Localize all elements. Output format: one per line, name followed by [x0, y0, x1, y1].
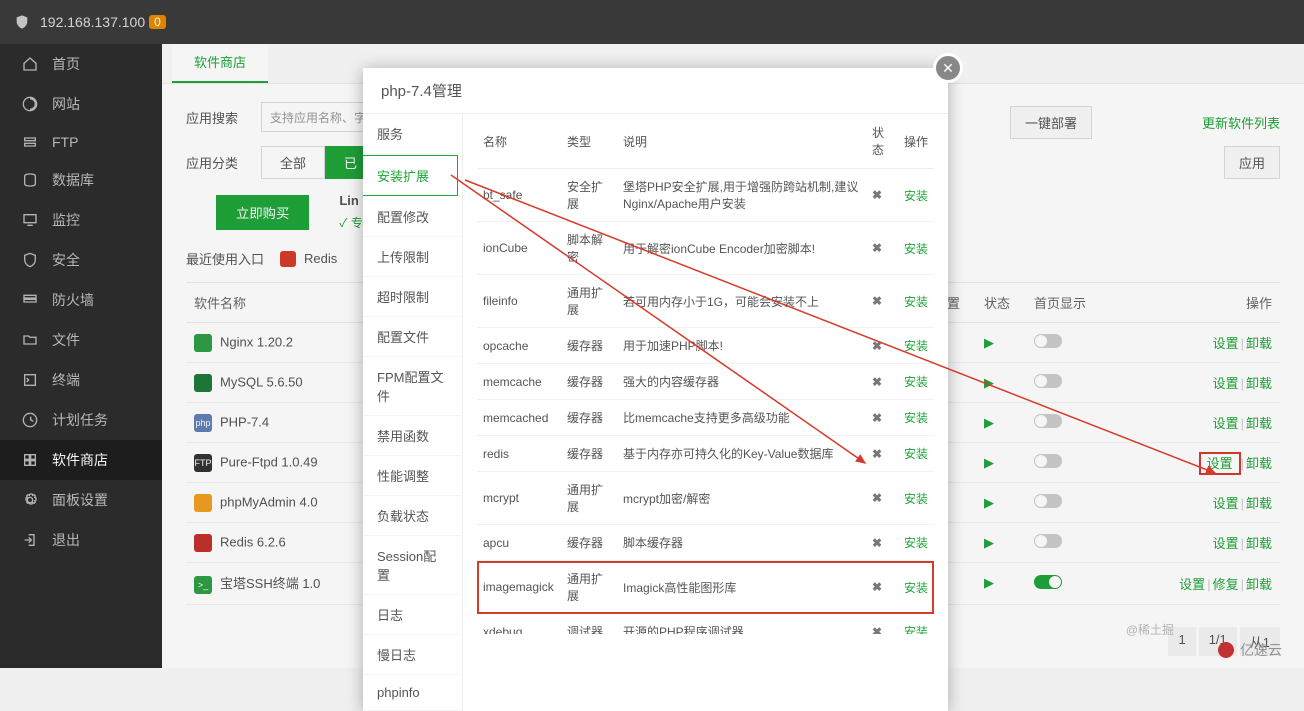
modal-nav-item[interactable]: 禁用函数: [363, 416, 462, 456]
ext-type: 通用扩展: [561, 561, 617, 614]
ext-name: redis: [477, 436, 561, 472]
ext-type: 通用扩展: [561, 275, 617, 328]
ext-type: 缓存器: [561, 328, 617, 364]
ext-desc: 脚本缓存器: [617, 525, 866, 561]
ext-name: apcu: [477, 525, 561, 561]
install-link[interactable]: 安装: [904, 295, 928, 309]
ext-row: opcache缓存器用于加速PHP脚本! ✖ 安装: [477, 328, 934, 364]
status-x-icon: ✖: [872, 375, 882, 389]
modal-nav-item[interactable]: 慢日志: [363, 635, 462, 675]
install-link[interactable]: 安装: [904, 189, 928, 203]
ext-desc: 若可用内存小于1G，可能会安装不上: [617, 275, 866, 328]
status-x-icon: ✖: [872, 294, 882, 308]
modal-nav-item[interactable]: 负载状态: [363, 496, 462, 536]
install-link[interactable]: 安装: [904, 536, 928, 550]
ext-type: 脚本解密: [561, 222, 617, 275]
install-link[interactable]: 安装: [904, 375, 928, 389]
ext-row: redis缓存器基于内存亦可持久化的Key-Value数据库 ✖ 安装: [477, 436, 934, 472]
modal-nav-item[interactable]: phpinfo: [363, 675, 462, 711]
ext-row: bt_safe安全扩展堡塔PHP安全扩展,用于增强防跨站机制,建议Nginx/A…: [477, 169, 934, 222]
ext-type: 安全扩展: [561, 169, 617, 222]
ext-desc: 比memcache支持更多高级功能: [617, 400, 866, 436]
ext-name: memcached: [477, 400, 561, 436]
ext-row: mcrypt通用扩展mcrypt加密/解密 ✖ 安装: [477, 472, 934, 525]
install-link[interactable]: 安装: [904, 447, 928, 461]
install-link[interactable]: 安装: [904, 492, 928, 506]
status-x-icon: ✖: [872, 188, 882, 202]
ext-desc: mcrypt加密/解密: [617, 472, 866, 525]
status-x-icon: ✖: [872, 447, 882, 461]
ext-desc: 堡塔PHP安全扩展,用于增强防跨站机制,建议Nginx/Apache用户安装: [617, 169, 866, 222]
install-link[interactable]: 安装: [904, 339, 928, 353]
extension-table: 名称 类型 说明 状态 操作 bt_safe安全扩展堡塔PHP安全扩展,用于增强…: [477, 114, 934, 634]
modal-nav: 服务安装扩展配置修改上传限制超时限制配置文件FPM配置文件禁用函数性能调整负载状…: [363, 114, 463, 711]
modal-nav-item[interactable]: 日志: [363, 595, 462, 635]
ext-type: 缓存器: [561, 525, 617, 561]
ext-desc: 用于解密ionCube Encoder加密脚本!: [617, 222, 866, 275]
ext-row: apcu缓存器脚本缓存器 ✖ 安装: [477, 525, 934, 561]
modal-nav-item[interactable]: 配置修改: [363, 197, 462, 237]
status-x-icon: ✖: [872, 411, 882, 425]
ext-desc: Imagick高性能图形库: [617, 561, 866, 614]
status-x-icon: ✖: [872, 241, 882, 255]
ext-desc: 开源的PHP程序调试器: [617, 614, 866, 635]
install-link[interactable]: 安装: [904, 242, 928, 256]
ext-row: xdebug调试器开源的PHP程序调试器 ✖ 安装: [477, 614, 934, 635]
php-manage-modal: ✕ php-7.4管理 服务安装扩展配置修改上传限制超时限制配置文件FPM配置文…: [363, 68, 948, 711]
ext-name: xdebug: [477, 614, 561, 635]
ext-name: bt_safe: [477, 169, 561, 222]
modal-nav-item[interactable]: 安装扩展: [363, 155, 458, 196]
status-x-icon: ✖: [872, 339, 882, 353]
status-x-icon: ✖: [872, 491, 882, 505]
ext-name: opcache: [477, 328, 561, 364]
ext-desc: 基于内存亦可持久化的Key-Value数据库: [617, 436, 866, 472]
status-x-icon: ✖: [872, 625, 882, 635]
ext-row: fileinfo通用扩展若可用内存小于1G，可能会安装不上 ✖ 安装: [477, 275, 934, 328]
modal-nav-item[interactable]: 服务: [363, 114, 462, 154]
status-x-icon: ✖: [872, 580, 882, 594]
ext-type: 通用扩展: [561, 472, 617, 525]
ext-name: ionCube: [477, 222, 561, 275]
ext-desc: 用于加速PHP脚本!: [617, 328, 866, 364]
ext-name: mcrypt: [477, 472, 561, 525]
ext-row: memcache缓存器强大的内容缓存器 ✖ 安装: [477, 364, 934, 400]
ext-type: 缓存器: [561, 400, 617, 436]
ext-type: 调试器: [561, 614, 617, 635]
modal-nav-item[interactable]: 性能调整: [363, 456, 462, 496]
status-x-icon: ✖: [872, 536, 882, 550]
ext-desc: 强大的内容缓存器: [617, 364, 866, 400]
modal-title: php-7.4管理: [363, 68, 948, 114]
modal-nav-item[interactable]: 超时限制: [363, 277, 462, 317]
install-link[interactable]: 安装: [904, 581, 928, 595]
ext-name: memcache: [477, 364, 561, 400]
install-link[interactable]: 安装: [904, 411, 928, 425]
modal-nav-item[interactable]: 配置文件: [363, 317, 462, 357]
install-link[interactable]: 安装: [904, 625, 928, 634]
modal-nav-item[interactable]: 上传限制: [363, 237, 462, 277]
ext-name: imagemagick: [477, 561, 561, 614]
modal-nav-item[interactable]: FPM配置文件: [363, 357, 462, 416]
ext-type: 缓存器: [561, 364, 617, 400]
ext-row: imagemagick通用扩展Imagick高性能图形库 ✖ 安装: [477, 561, 934, 614]
ext-name: fileinfo: [477, 275, 561, 328]
ext-row: memcached缓存器比memcache支持更多高级功能 ✖ 安装: [477, 400, 934, 436]
ext-type: 缓存器: [561, 436, 617, 472]
close-icon[interactable]: ✕: [933, 53, 963, 83]
ext-row: ionCube脚本解密用于解密ionCube Encoder加密脚本! ✖ 安装: [477, 222, 934, 275]
modal-nav-item[interactable]: Session配置: [363, 536, 462, 595]
